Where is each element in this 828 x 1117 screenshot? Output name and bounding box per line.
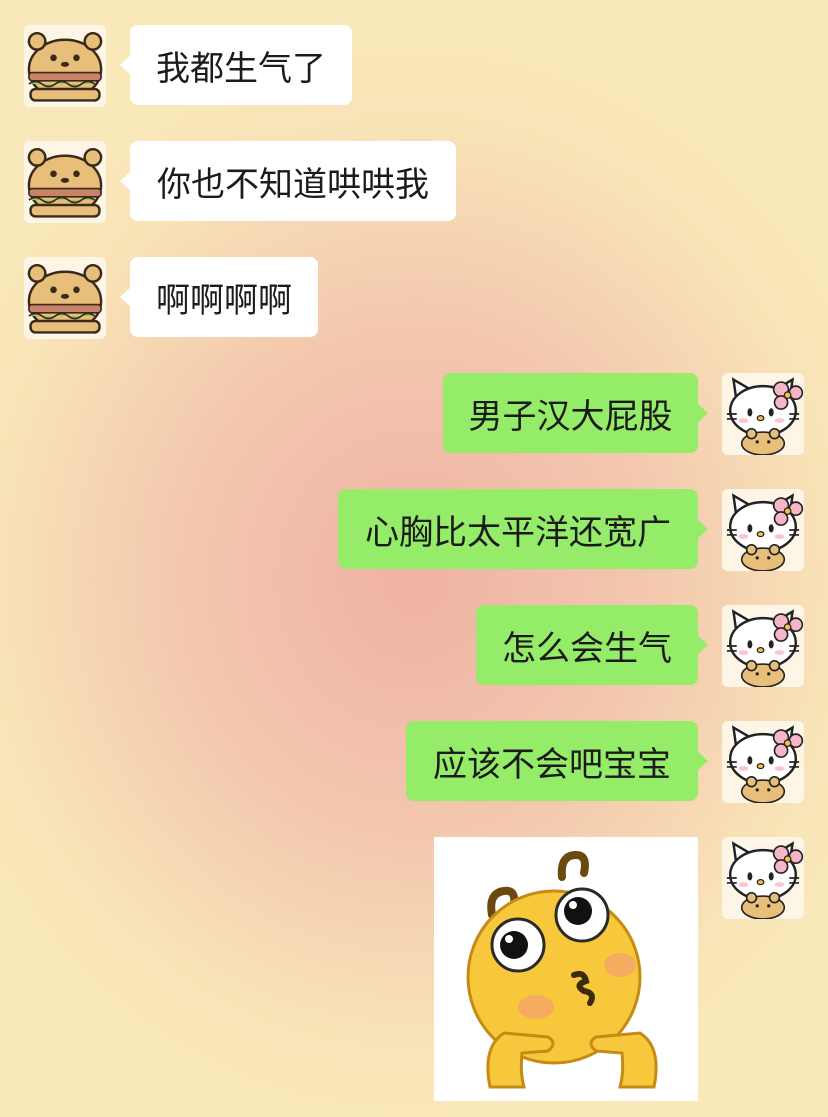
message-bubble-incoming[interactable]: 我都生气了 (120, 25, 352, 105)
message-text: 男子汉大屁股 (468, 396, 673, 437)
message-bubble-outgoing[interactable]: 男子汉大屁股 (443, 373, 708, 453)
message-bubble-outgoing[interactable]: 心胸比太平洋还宽广 (338, 489, 708, 569)
message-bubble-outgoing[interactable]: 怎么会生气 (476, 605, 708, 685)
hello-kitty-avatar[interactable] (722, 373, 804, 455)
burger-bear-avatar[interactable] (24, 257, 106, 339)
message-bubble-incoming[interactable]: 啊啊啊啊 (120, 257, 318, 337)
hello-kitty-avatar[interactable] (722, 837, 804, 919)
message-bubble-outgoing[interactable]: 应该不会吧宝宝 (406, 721, 708, 801)
message-text: 应该不会吧宝宝 (433, 744, 671, 785)
message-bubble-incoming[interactable]: 你也不知道哄哄我 (120, 141, 456, 221)
message-text: 啊啊啊啊 (156, 280, 292, 321)
message-text: 心胸比太平洋还宽广 (365, 512, 671, 553)
hello-kitty-avatar[interactable] (722, 489, 804, 571)
pouting-emoji-sticker[interactable] (434, 837, 698, 1101)
burger-bear-avatar[interactable] (24, 25, 106, 107)
burger-bear-avatar[interactable] (24, 141, 106, 223)
hello-kitty-avatar[interactable] (722, 605, 804, 687)
message-text: 怎么会生气 (502, 628, 672, 669)
message-text: 你也不知道哄哄我 (157, 164, 429, 205)
message-text: 我都生气了 (156, 48, 326, 89)
hello-kitty-avatar[interactable] (722, 721, 804, 803)
